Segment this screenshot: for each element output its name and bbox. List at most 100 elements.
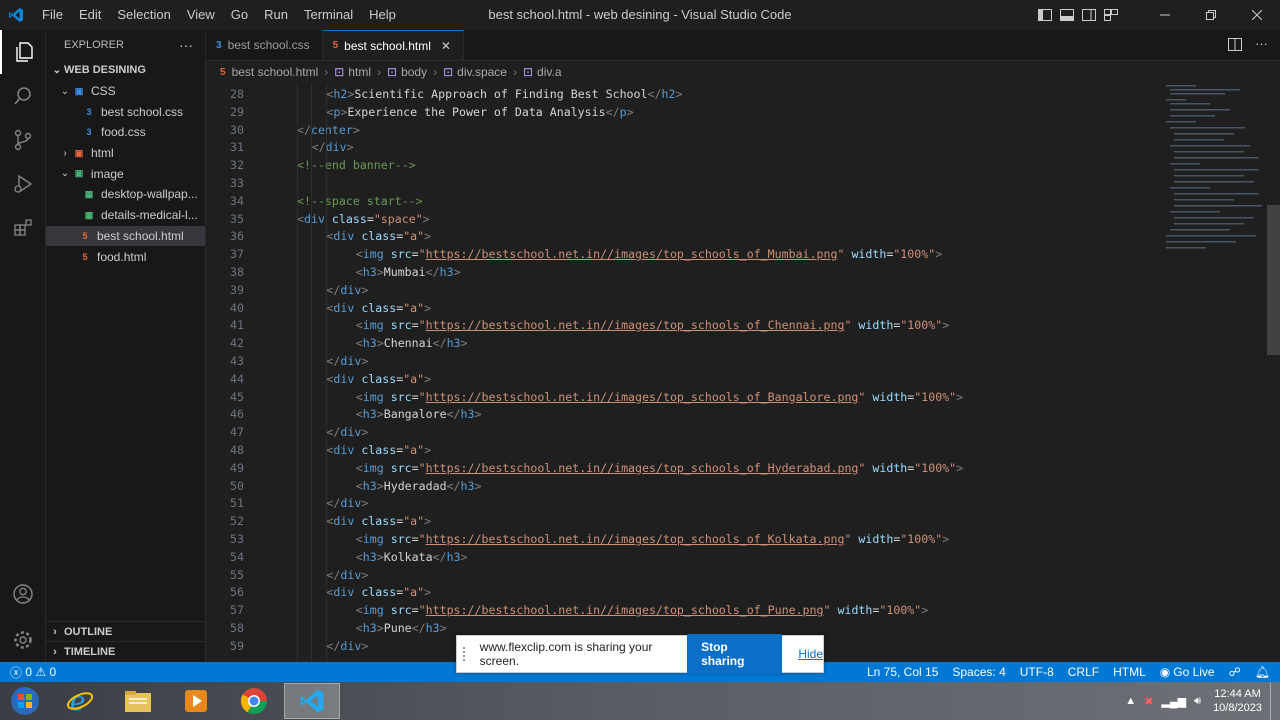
encoding[interactable]: UTF-8 <box>1013 665 1061 679</box>
code-text: </div> <box>326 638 369 653</box>
extensions-icon[interactable] <box>0 206 46 250</box>
element-icon: ⊡ <box>334 65 345 79</box>
code-line: 45 <img src="https://bestschool.net.in//i… <box>206 389 1166 407</box>
workspace-folder[interactable]: ⌄ WEB DESINING <box>46 60 205 81</box>
outline-section[interactable]: › OUTLINE <box>46 621 206 641</box>
menu-file[interactable]: File <box>34 0 71 30</box>
customize-layout-icon[interactable] <box>1100 0 1122 30</box>
menu-help[interactable]: Help <box>361 0 404 30</box>
line-number: 53 <box>230 532 244 546</box>
tree-item[interactable]: ▦ desktop-wallpap... <box>46 184 205 205</box>
tree-item[interactable]: › ▣ html <box>46 143 205 164</box>
editor-scrollbar[interactable] <box>1267 205 1280 355</box>
line-number: 56 <box>230 585 244 600</box>
internet-explorer-icon[interactable]: e <box>52 683 108 719</box>
run-debug-icon[interactable] <box>0 162 46 206</box>
line-number: 28 <box>230 87 244 101</box>
restore-button[interactable] <box>1188 0 1234 30</box>
code-line: 48 <div class="a"> <box>206 442 1166 460</box>
clock[interactable]: 12:44 AM 10/8/2023 <box>1213 687 1262 715</box>
minimap[interactable] <box>1162 83 1262 263</box>
notifications-bell-icon[interactable]: 🔔︎ <box>1248 665 1280 679</box>
vscode-icon[interactable] <box>284 683 340 719</box>
chevron-right-icon: › <box>53 625 57 638</box>
css-file-icon: 3 <box>86 106 92 117</box>
drag-handle[interactable] <box>463 647 480 661</box>
show-hidden-icons-icon[interactable]: ▲ <box>1125 695 1136 707</box>
menu-bar: File Edit Selection View Go Run Terminal… <box>34 0 404 30</box>
hide-link[interactable]: Hide <box>798 647 823 661</box>
line-number: 55 <box>230 567 244 582</box>
code-text: <div class="a"> <box>326 229 432 244</box>
breadcrumb-file[interactable]: 5 best school.html <box>220 65 318 79</box>
toggle-panel-icon[interactable] <box>1056 0 1078 30</box>
network-warning-icon[interactable]: ✖ <box>1144 695 1153 708</box>
start-button[interactable] <box>0 683 50 719</box>
explorer-icon[interactable] <box>0 30 46 74</box>
volume-icon[interactable]: 🔊︎ <box>1194 695 1201 708</box>
code-text: <h3>Pune</h3> <box>355 621 447 635</box>
line-number: 57 <box>230 603 244 618</box>
line-number: 54 <box>230 549 244 564</box>
feedback-icon[interactable]: ☍ <box>1222 665 1248 679</box>
chevron-right-icon: › <box>63 147 67 159</box>
tab-best-school-css[interactable]: 3 best school.css <box>206 30 323 60</box>
stop-sharing-button[interactable]: Stop sharing <box>687 634 783 674</box>
line-number: 32 <box>230 158 244 173</box>
tree-item[interactable]: ▦ details-medical-l... <box>46 205 205 226</box>
breadcrumb-div-a[interactable]: ⊡ div.a <box>523 65 562 79</box>
settings-gear-icon[interactable] <box>0 618 46 662</box>
svg-text:e: e <box>70 687 85 715</box>
image-folder-icon: ▣ <box>74 168 84 179</box>
css-file-icon: 3 <box>86 127 92 138</box>
problems-indicator[interactable]: ⓧ 0 ⚠ 0 <box>0 664 63 681</box>
menu-run[interactable]: Run <box>256 0 296 30</box>
more-editor-actions-icon[interactable]: ··· <box>1255 36 1268 51</box>
timeline-section[interactable]: › TIMELINE <box>46 641 206 661</box>
source-control-icon[interactable] <box>0 118 46 162</box>
line-number: 58 <box>230 621 244 635</box>
menu-view[interactable]: View <box>179 0 223 30</box>
tree-item[interactable]: 3 food.css <box>46 122 205 143</box>
breadcrumb-div-space[interactable]: ⊡ div.space <box>443 65 507 79</box>
tree-item[interactable]: 5 best school.html <box>46 225 205 247</box>
go-live-button[interactable]: ◉ Go Live <box>1153 665 1222 679</box>
menu-selection[interactable]: Selection <box>109 0 178 30</box>
breadcrumb-html[interactable]: ⊡ html <box>334 65 371 79</box>
code-text: </div> <box>326 425 369 440</box>
signal-icon[interactable]: ▂▄▆ <box>1161 695 1186 708</box>
cursor-position[interactable]: Ln 75, Col 15 <box>860 665 945 679</box>
close-tab-icon[interactable]: ✕ <box>441 39 451 53</box>
line-number: 51 <box>230 496 244 511</box>
minimize-button[interactable] <box>1142 0 1188 30</box>
indentation[interactable]: Spaces: 4 <box>945 665 1012 679</box>
file-explorer-icon[interactable] <box>110 683 166 719</box>
menu-go[interactable]: Go <box>223 0 256 30</box>
toggle-secondary-sidebar-icon[interactable] <box>1078 0 1100 30</box>
tree-item[interactable]: 3 best school.css <box>46 101 205 122</box>
warning-icon: ⚠ <box>35 665 47 679</box>
split-editor-icon[interactable] <box>1228 38 1242 56</box>
tab-best-school-html[interactable]: 5 best school.html ✕ <box>322 30 464 60</box>
media-player-icon[interactable] <box>168 683 224 719</box>
tree-item[interactable]: ⌄ ▣ image <box>46 163 205 184</box>
chrome-icon[interactable] <box>226 683 282 719</box>
element-icon: ⊡ <box>522 65 534 79</box>
search-icon[interactable] <box>0 74 46 118</box>
breadcrumb-body[interactable]: ⊡ body <box>387 65 427 79</box>
tree-item[interactable]: 5 food.html <box>46 246 205 267</box>
line-ending[interactable]: CRLF <box>1061 665 1106 679</box>
toggle-primary-sidebar-icon[interactable] <box>1034 0 1056 30</box>
code-editor[interactable]: 28 <h2>Scientific Approach of Finding Bes… <box>206 83 1280 662</box>
code-line: 41 <img src="https://bestschool.net.in//i… <box>206 317 1166 335</box>
close-window-button[interactable] <box>1234 0 1280 30</box>
show-desktop-button[interactable] <box>1270 682 1280 720</box>
code-text: </div> <box>326 354 369 368</box>
menu-edit[interactable]: Edit <box>71 0 109 30</box>
accounts-icon[interactable] <box>0 572 46 616</box>
more-actions-icon[interactable]: ··· <box>179 37 193 53</box>
language-mode[interactable]: HTML <box>1106 665 1153 679</box>
line-number: 59 <box>230 638 244 653</box>
tree-item[interactable]: ⌄ ▣ CSS <box>46 81 205 102</box>
menu-terminal[interactable]: Terminal <box>296 0 361 30</box>
